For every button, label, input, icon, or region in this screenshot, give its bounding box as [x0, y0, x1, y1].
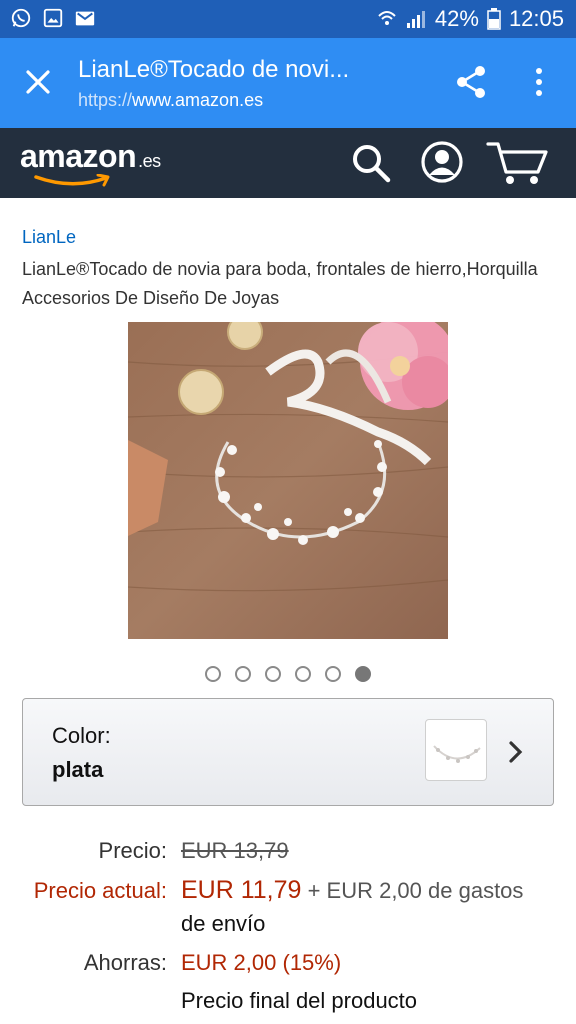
battery-percent: 42%	[434, 6, 479, 31]
savings-row: Ahorras: EUR 2,00 (15%)	[0, 950, 576, 980]
notification-icons	[10, 7, 96, 29]
amazon-logo[interactable]: amazon .es	[20, 138, 161, 175]
carousel-dot[interactable]	[205, 666, 221, 682]
brand-link[interactable]: LianLe	[22, 227, 76, 248]
color-value: plata	[52, 757, 104, 782]
status-bar: 42% 12:05	[0, 0, 576, 38]
wifi-icon	[378, 11, 396, 25]
product-photo	[128, 322, 448, 639]
url-host: www.amazon.es	[132, 90, 264, 110]
gmail-icon	[75, 11, 95, 26]
carousel-dot-active[interactable]	[355, 666, 371, 682]
list-price-label: Precio:	[98, 838, 167, 863]
clock: 12:05	[508, 6, 564, 31]
current-price-line: EUR 11,79 + EUR 2,00 de gastos	[181, 876, 523, 905]
current-price-row: Precio actual: EUR 11,79 + EUR 2,00 de g…	[0, 876, 576, 906]
whatsapp-icon	[11, 8, 31, 28]
url-scheme: https://	[78, 90, 133, 110]
amazon-header: amazon .es	[0, 128, 576, 198]
color-selector[interactable]: Color: plata	[22, 698, 554, 806]
system-indicators: 42% 12:05	[377, 6, 564, 32]
browser-toolbar: LianLe®Tocado de novi... https://www.ama…	[0, 38, 576, 128]
page-title: LianLe®Tocado de novi...	[78, 56, 350, 83]
close-icon[interactable]	[22, 66, 54, 98]
color-swatch-thumbnail[interactable]	[425, 719, 487, 781]
account-icon[interactable]	[420, 140, 464, 184]
savings-label: Ahorras:	[83, 950, 167, 975]
color-label: Color:	[52, 723, 111, 748]
more-options-icon[interactable]	[530, 66, 548, 98]
share-icon[interactable]	[454, 64, 488, 100]
swatch-image	[433, 745, 481, 763]
current-price-label: Precio actual:	[33, 878, 167, 903]
product-image[interactable]	[128, 322, 448, 639]
current-price-value: EUR 11,79	[181, 876, 302, 904]
signal-icon	[406, 11, 425, 28]
final-price-note: Precio final del producto	[181, 988, 418, 1013]
product-title: LianLe®Tocado de novia para boda, fronta…	[22, 259, 538, 308]
list-price-row: Precio: EUR 13,79	[0, 838, 576, 868]
chevron-right-icon	[509, 741, 523, 763]
shipping-cost: + EUR 2,00 de gastos	[307, 878, 524, 903]
logo-tld: .es	[138, 151, 161, 171]
page-url: https://www.amazon.es	[78, 90, 263, 111]
image-carousel-dots	[205, 666, 371, 682]
logo-text: amazon	[20, 138, 137, 174]
amazon-smile-icon	[34, 174, 110, 187]
cart-icon[interactable]	[486, 140, 550, 186]
carousel-dot[interactable]	[325, 666, 341, 682]
savings-value: EUR 2,00 (15%)	[181, 950, 342, 975]
shipping-cost-line2: de envío	[181, 911, 266, 936]
battery-icon	[487, 8, 501, 30]
carousel-dot[interactable]	[235, 666, 251, 682]
gallery-icon	[43, 8, 63, 28]
search-icon[interactable]	[350, 142, 392, 184]
carousel-dot[interactable]	[265, 666, 281, 682]
list-price-value: EUR 13,79	[181, 838, 289, 863]
carousel-dot[interactable]	[295, 666, 311, 682]
